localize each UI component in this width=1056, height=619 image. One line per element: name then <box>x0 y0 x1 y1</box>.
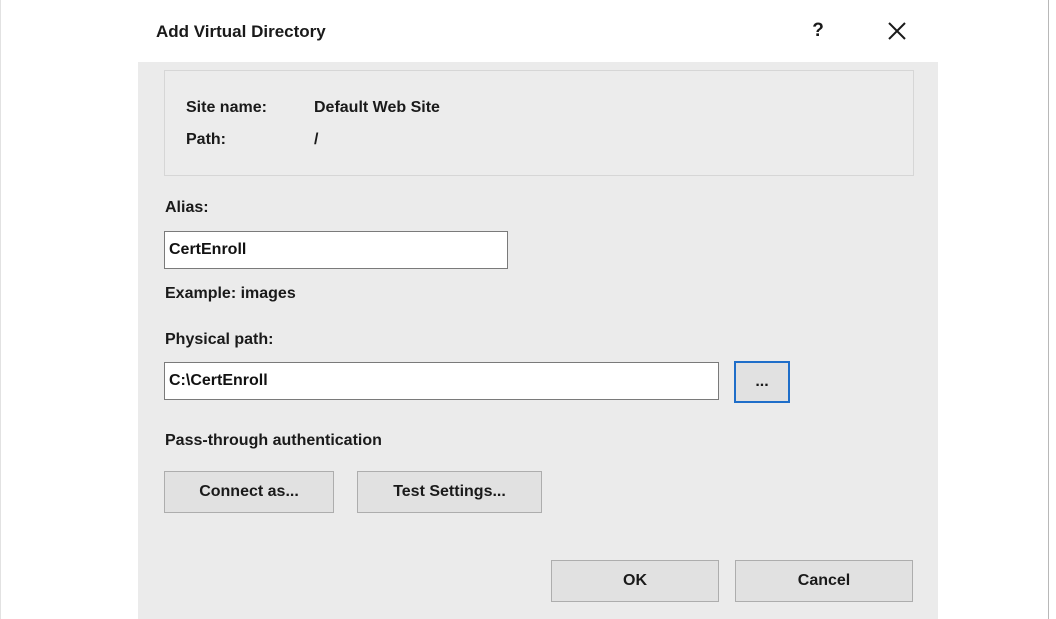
path-value: / <box>314 131 319 148</box>
path-label: Path: <box>186 131 226 148</box>
site-info-box: Site name: Default Web Site Path: / <box>164 70 914 176</box>
physical-path-input[interactable]: C:\CertEnroll <box>164 362 719 400</box>
alias-input[interactable]: CertEnroll <box>164 231 508 269</box>
dialog-body: Site name: Default Web Site Path: / Alia… <box>138 62 938 619</box>
alias-example: Example: images <box>165 285 296 302</box>
pass-through-auth-label: Pass-through authentication <box>165 432 382 449</box>
test-settings-button[interactable]: Test Settings... <box>357 471 542 513</box>
site-name-value: Default Web Site <box>314 99 440 116</box>
site-name-label: Site name: <box>186 99 267 116</box>
dialog-titlebar: Add Virtual Directory ? <box>138 0 938 62</box>
browse-button[interactable]: ... <box>734 361 790 403</box>
cancel-button[interactable]: Cancel <box>735 560 913 602</box>
ok-button[interactable]: OK <box>551 560 719 602</box>
alias-label: Alias: <box>165 199 209 216</box>
help-button[interactable]: ? <box>806 18 830 44</box>
connect-as-button[interactable]: Connect as... <box>164 471 334 513</box>
close-icon <box>888 22 906 40</box>
physical-path-label: Physical path: <box>165 331 274 348</box>
dialog-title: Add Virtual Directory <box>156 22 326 41</box>
close-button[interactable] <box>880 14 914 48</box>
